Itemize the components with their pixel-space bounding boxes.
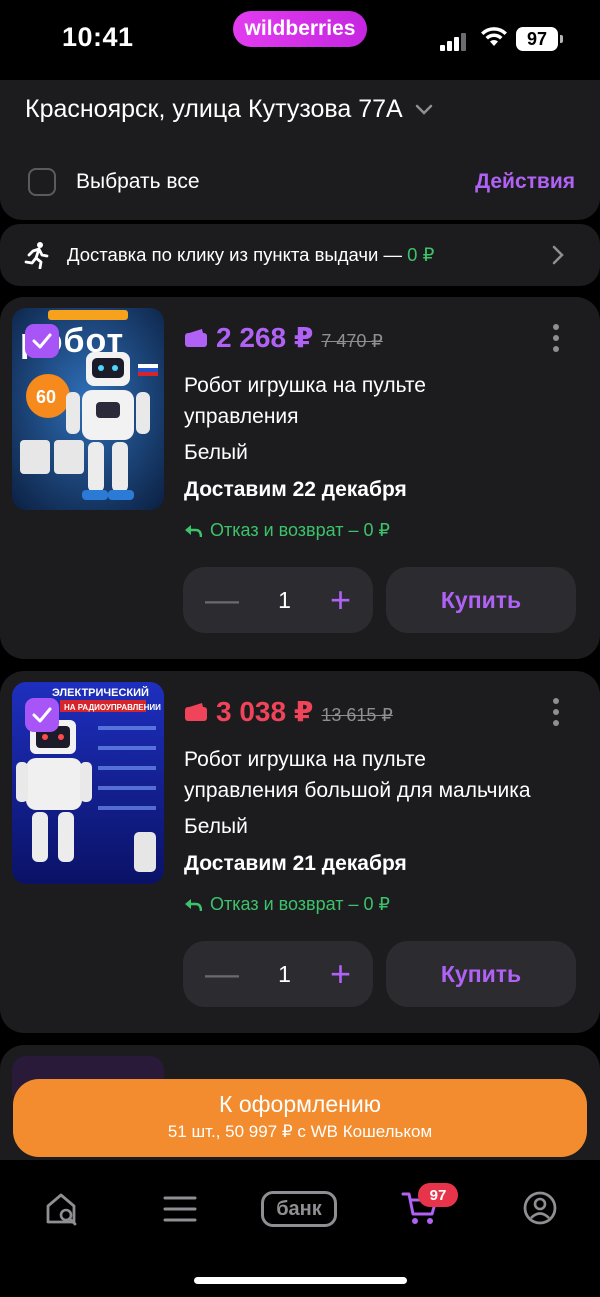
old-price: 7 470 ₽	[321, 331, 383, 351]
increase-button[interactable]: +	[330, 582, 351, 618]
wifi-icon	[481, 27, 507, 46]
quantity-stepper[interactable]: — 1 +	[183, 567, 373, 633]
product-variant: Белый	[184, 441, 248, 464]
buy-button[interactable]: Купить	[386, 567, 576, 633]
price-row: 2 268 ₽ 7 470 ₽	[184, 321, 383, 354]
profile-icon[interactable]	[522, 1190, 558, 1226]
running-person-icon	[24, 242, 49, 269]
actions-button[interactable]: Действия	[475, 170, 575, 194]
status-bar: 10:41 wildberries 97	[0, 0, 600, 80]
item-select-checkbox[interactable]	[25, 324, 59, 358]
price-row: 3 038 ₽ 13 615 ₽	[184, 695, 393, 728]
current-price: 2 268 ₽	[216, 322, 314, 353]
current-price: 3 038 ₽	[216, 696, 314, 727]
more-options-icon[interactable]	[553, 698, 559, 726]
chevron-right-icon	[552, 245, 564, 265]
address-text: Красноярск, улица Кутузова 77А	[25, 95, 403, 123]
decrease-button[interactable]: —	[205, 957, 239, 991]
catalog-menu-icon[interactable]	[163, 1195, 197, 1223]
checkout-summary: 51 шт., 50 997 ₽ с WB Кошельком	[167, 1122, 433, 1141]
product-title[interactable]: Робот игрушка на пульте управления больш…	[184, 744, 584, 806]
home-indicator	[194, 1277, 407, 1284]
product-title[interactable]: Робот игрушка на пульте управления	[184, 370, 564, 432]
quantity-value: 1	[278, 960, 291, 987]
select-all[interactable]: Выбрать все	[28, 168, 200, 196]
product-title-line: Робот игрушка на пульте	[184, 748, 426, 771]
svg-text:НА РАДИОУПРАВЛЕНИИ: НА РАДИОУПРАВЛЕНИИ	[64, 703, 161, 712]
checkout-button[interactable]: К оформлению 51 шт., 50 997 ₽ с WB Кошел…	[13, 1079, 587, 1157]
svg-text:60: 60	[36, 387, 56, 407]
wallet-icon	[185, 702, 207, 721]
increase-button[interactable]: +	[330, 956, 351, 992]
clock: 10:41	[62, 22, 134, 52]
product-title-line: Робот игрушка на пульте	[184, 374, 426, 397]
bank-tab[interactable]: банк	[261, 1191, 337, 1227]
buy-button[interactable]: Купить	[386, 941, 576, 1007]
select-all-checkbox[interactable]	[28, 168, 56, 196]
checkmark-icon	[32, 707, 52, 723]
chevron-down-icon	[415, 104, 432, 115]
delivery-banner-text: Доставка по клику из пункта выдачи — 0 ₽	[67, 244, 434, 266]
return-arrow-icon	[185, 898, 202, 911]
brand-logo: wildberries	[233, 11, 367, 47]
select-all-label: Выбрать все	[76, 170, 200, 193]
item-select-checkbox[interactable]	[25, 698, 59, 732]
cart-count-badge: 97	[418, 1183, 458, 1207]
checkmark-icon	[32, 333, 52, 349]
quantity-stepper[interactable]: — 1 +	[183, 941, 373, 1007]
delivery-date: Доставим 22 декабря	[184, 478, 407, 501]
delivery-text: Доставка по клику из пункта выдачи —	[67, 244, 408, 265]
cart-item-card: робот 60 2 268 ₽ 7 470 ₽ Робот игрушка н…	[0, 297, 600, 659]
return-info[interactable]: Отказ и возврат – 0 ₽	[184, 520, 390, 541]
cart-item-card: ЭЛЕКТРИЧЕСКИЙ НА РАДИОУПРАВЛЕНИИ 3 038 ₽…	[0, 671, 600, 1033]
cellular-signal-icon	[440, 33, 466, 51]
wallet-icon	[185, 328, 207, 347]
checkout-title: К оформлению	[219, 1091, 381, 1117]
home-search-icon[interactable]	[44, 1191, 80, 1227]
delivery-price: 0 ₽	[407, 244, 435, 265]
product-variant: Белый	[184, 815, 248, 838]
more-options-icon[interactable]	[553, 324, 559, 352]
address-selector[interactable]: Красноярск, улица Кутузова 77А	[25, 95, 433, 124]
product-title-line: управления	[184, 405, 299, 428]
delivery-date: Доставим 21 декабря	[184, 852, 407, 875]
svg-text:ЭЛЕКТРИЧЕСКИЙ: ЭЛЕКТРИЧЕСКИЙ	[52, 686, 149, 699]
product-title-line: управления большой для мальчика	[184, 779, 531, 802]
return-info[interactable]: Отказ и возврат – 0 ₽	[184, 894, 390, 915]
old-price: 13 615 ₽	[321, 705, 393, 725]
return-text: Отказ и возврат – 0 ₽	[210, 520, 390, 540]
quantity-value: 1	[278, 586, 291, 613]
bank-label: банк	[276, 1197, 322, 1220]
return-arrow-icon	[185, 524, 202, 537]
decrease-button[interactable]: —	[205, 583, 239, 617]
pickup-delivery-banner[interactable]: Доставка по клику из пункта выдачи — 0 ₽	[0, 224, 600, 286]
return-text: Отказ и возврат – 0 ₽	[210, 894, 390, 914]
battery-icon: 97	[516, 27, 563, 51]
